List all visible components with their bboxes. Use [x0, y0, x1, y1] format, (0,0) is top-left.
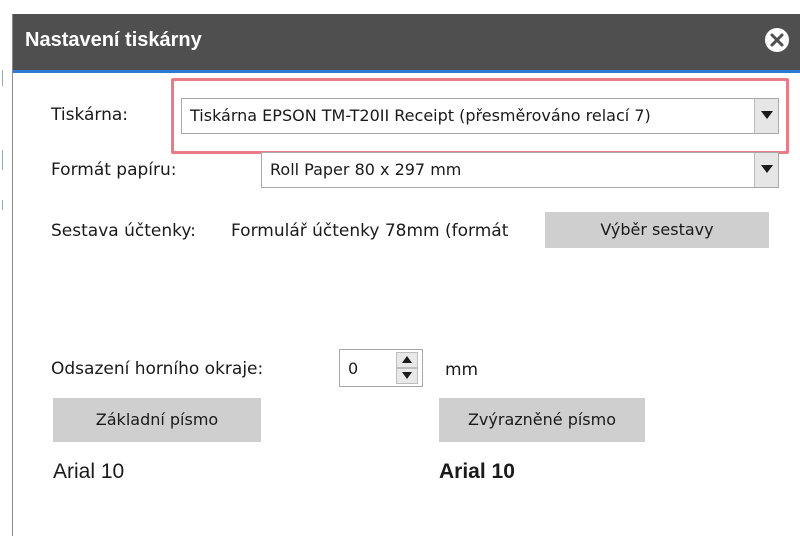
- report-value: Formulář účtenky 78mm (formát: [231, 221, 509, 241]
- select-report-button[interactable]: Výběr sestavy: [545, 212, 769, 248]
- top-offset-label: Odsazení horního okraje:: [51, 359, 264, 379]
- paper-format-select[interactable]: Roll Paper 80 x 297 mm: [261, 152, 779, 188]
- close-icon: [770, 33, 784, 47]
- bold-font-sample: Arial 10: [439, 460, 515, 483]
- dialog-titlebar: Nastavení tiskárny: [13, 14, 800, 73]
- paper-format-label: Formát papíru:: [51, 160, 177, 180]
- dialog-title: Nastavení tiskárny: [25, 29, 202, 51]
- background-strip: [0, 0, 12, 536]
- arrow-up-icon: [402, 356, 412, 363]
- printer-settings-dialog: Nastavení tiskárny Tiskárna: Tiskárna EP…: [12, 14, 800, 536]
- increment-button[interactable]: [396, 352, 418, 368]
- paper-dropdown-button[interactable]: [754, 153, 778, 187]
- close-button[interactable]: [765, 28, 789, 52]
- printer-label: Tiskárna:: [51, 105, 129, 125]
- background-mark: [2, 200, 3, 210]
- top-offset-stepper[interactable]: 0: [339, 349, 423, 387]
- paper-format-value: Roll Paper 80 x 297 mm: [270, 160, 462, 179]
- top-offset-unit: mm: [445, 360, 479, 380]
- top-offset-value[interactable]: 0: [348, 359, 358, 378]
- decrement-button[interactable]: [396, 368, 418, 384]
- bold-font-button[interactable]: Zvýrazněné písmo: [439, 398, 645, 442]
- chevron-down-icon: [761, 165, 773, 173]
- basic-font-sample: Arial 10: [53, 460, 125, 483]
- report-label: Sestava účtenky:: [51, 221, 196, 241]
- arrow-down-icon: [402, 372, 412, 379]
- background-mark: [2, 150, 3, 170]
- basic-font-button[interactable]: Základní písmo: [53, 398, 261, 442]
- printer-highlight-frame: [171, 78, 789, 154]
- background-mark: [2, 70, 3, 86]
